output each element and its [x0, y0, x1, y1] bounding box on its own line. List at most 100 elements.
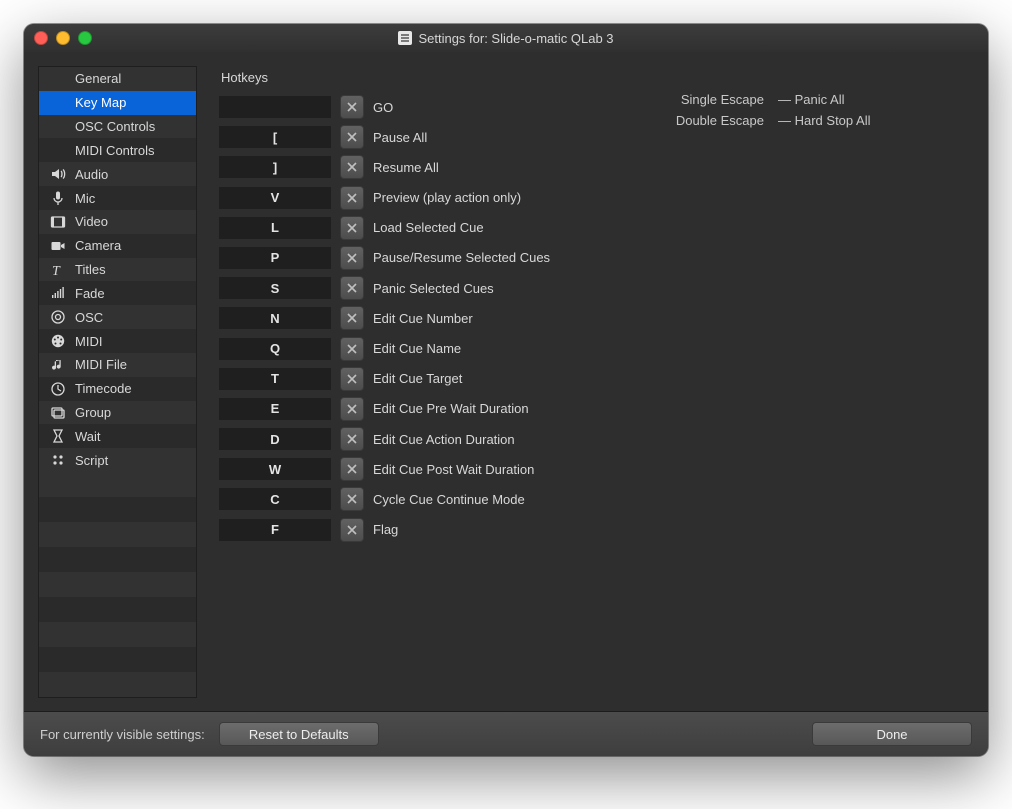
hotkey-input-cycle-cue-continue-mode[interactable]	[219, 488, 331, 510]
midifile-icon	[49, 357, 67, 373]
reset-to-defaults-button[interactable]: Reset to Defaults	[219, 722, 379, 746]
sidebar-item-fade[interactable]: Fade	[39, 281, 196, 305]
hotkey-clear-button[interactable]	[340, 246, 364, 270]
sidebar-item-midi-file[interactable]: MIDI File	[39, 353, 196, 377]
hotkey-row: Pause/Resume Selected Cues	[219, 246, 966, 270]
sidebar-item-label: Audio	[75, 167, 188, 182]
sidebar-item-label: Mic	[75, 191, 188, 206]
close-window-button[interactable]	[34, 31, 48, 45]
hotkey-label: Resume All	[373, 160, 439, 175]
x-icon	[347, 434, 357, 444]
sidebar-item-key-map[interactable]: Key Map	[39, 91, 196, 115]
hotkey-input-go[interactable]	[219, 96, 331, 118]
titlebar: Settings for: Slide-o-matic QLab 3	[24, 24, 988, 53]
hotkey-row: Resume All	[219, 155, 966, 179]
hotkey-clear-button[interactable]	[340, 155, 364, 179]
wait-icon	[49, 428, 67, 444]
hotkey-clear-button[interactable]	[340, 276, 364, 300]
hotkey-input-edit-cue-action-duration[interactable]	[219, 428, 331, 450]
sidebar-item-audio[interactable]: Audio	[39, 162, 196, 186]
x-icon	[347, 253, 357, 263]
sidebar-item-midi[interactable]: MIDI	[39, 329, 196, 353]
hotkey-input-panic-selected-cues[interactable]	[219, 277, 331, 299]
hotkey-label: Panic Selected Cues	[373, 281, 494, 296]
timecode-icon	[49, 381, 67, 397]
sidebar-item-label: Wait	[75, 429, 188, 444]
sidebar-item-video[interactable]: Video	[39, 210, 196, 234]
x-icon	[347, 344, 357, 354]
sidebar-item-wait[interactable]: Wait	[39, 424, 196, 448]
audio-icon	[49, 166, 67, 182]
hotkey-row: Flag	[219, 518, 966, 542]
hotkey-row: Cycle Cue Continue Mode	[219, 487, 966, 511]
section-title: Hotkeys	[221, 70, 966, 85]
hotkey-clear-button[interactable]	[340, 216, 364, 240]
fade-icon	[49, 285, 67, 301]
sidebar-item-label: Camera	[75, 238, 188, 253]
sidebar-item-general[interactable]: General	[39, 67, 196, 91]
hotkey-input-edit-cue-pre-wait-duration[interactable]	[219, 398, 331, 420]
x-icon	[347, 313, 357, 323]
hotkey-input-pause-all[interactable]	[219, 126, 331, 148]
sidebar-item-label: General	[75, 71, 188, 86]
sidebar-item-label: OSC Controls	[75, 119, 188, 134]
sidebar-item-timecode[interactable]: Timecode	[39, 377, 196, 401]
sidebar-item-camera[interactable]: Camera	[39, 234, 196, 258]
footer: For currently visible settings: Reset to…	[24, 711, 988, 756]
hotkey-clear-button[interactable]	[340, 457, 364, 481]
sidebar-item-script[interactable]: Script	[39, 448, 196, 472]
hotkey-clear-button[interactable]	[340, 95, 364, 119]
window-title-text: Settings for: Slide-o-matic QLab 3	[418, 31, 613, 46]
sidebar-item-mic[interactable]: Mic	[39, 186, 196, 210]
hotkey-clear-button[interactable]	[340, 337, 364, 361]
hotkey-input-edit-cue-number[interactable]	[219, 307, 331, 329]
sidebar-item-label: Video	[75, 214, 188, 229]
sidebar-item-titles[interactable]: TTitles	[39, 258, 196, 282]
sidebar-item-group[interactable]: Group	[39, 401, 196, 425]
mic-icon	[49, 190, 67, 206]
hotkey-input-edit-cue-post-wait-duration[interactable]	[219, 458, 331, 480]
titles-icon: T	[49, 262, 67, 278]
x-icon	[347, 162, 357, 172]
zoom-window-button[interactable]	[78, 31, 92, 45]
sidebar-item-label: Fade	[75, 286, 188, 301]
script-icon	[49, 452, 67, 468]
x-icon	[347, 193, 357, 203]
group-icon	[49, 405, 67, 421]
hotkey-input-load-selected-cue[interactable]	[219, 217, 331, 239]
sidebar-item-osc-controls[interactable]: OSC Controls	[39, 115, 196, 139]
hotkey-label: GO	[373, 100, 393, 115]
hotkey-input-edit-cue-name[interactable]	[219, 338, 331, 360]
hotkey-clear-button[interactable]	[340, 367, 364, 391]
hotkey-clear-button[interactable]	[340, 306, 364, 330]
sidebar-item-label: MIDI	[75, 334, 188, 349]
x-icon	[347, 404, 357, 414]
hotkey-clear-button[interactable]	[340, 186, 364, 210]
hotkey-clear-button[interactable]	[340, 487, 364, 511]
midi-icon	[49, 333, 67, 349]
escape-action: — Hard Stop All	[778, 113, 871, 128]
hotkey-input-preview-play-action-only-[interactable]	[219, 187, 331, 209]
x-icon	[347, 223, 357, 233]
escape-info-row: Single Escape — Panic All	[660, 92, 960, 107]
hotkey-clear-button[interactable]	[340, 427, 364, 451]
done-button[interactable]: Done	[812, 722, 972, 746]
escape-action: — Panic All	[778, 92, 844, 107]
hotkey-clear-button[interactable]	[340, 397, 364, 421]
sidebar-item-osc[interactable]: OSC	[39, 305, 196, 329]
hotkey-clear-button[interactable]	[340, 125, 364, 149]
hotkey-input-pause-resume-selected-cues[interactable]	[219, 247, 331, 269]
hotkey-clear-button[interactable]	[340, 518, 364, 542]
hotkey-input-resume-all[interactable]	[219, 156, 331, 178]
escape-label: Single Escape	[660, 92, 764, 107]
x-icon	[347, 494, 357, 504]
settings-sidebar: General Key Map OSC Controls MIDI Controls A…	[38, 66, 197, 698]
sidebar-item-midi-controls[interactable]: MIDI Controls	[39, 138, 196, 162]
hotkey-label: Edit Cue Post Wait Duration	[373, 462, 534, 477]
hotkey-input-flag[interactable]	[219, 519, 331, 541]
hotkey-label: Cycle Cue Continue Mode	[373, 492, 525, 507]
hotkey-input-edit-cue-target[interactable]	[219, 368, 331, 390]
minimize-window-button[interactable]	[56, 31, 70, 45]
sidebar-item-label: MIDI File	[75, 357, 188, 372]
settings-window: Settings for: Slide-o-matic QLab 3 Gener…	[24, 24, 988, 756]
